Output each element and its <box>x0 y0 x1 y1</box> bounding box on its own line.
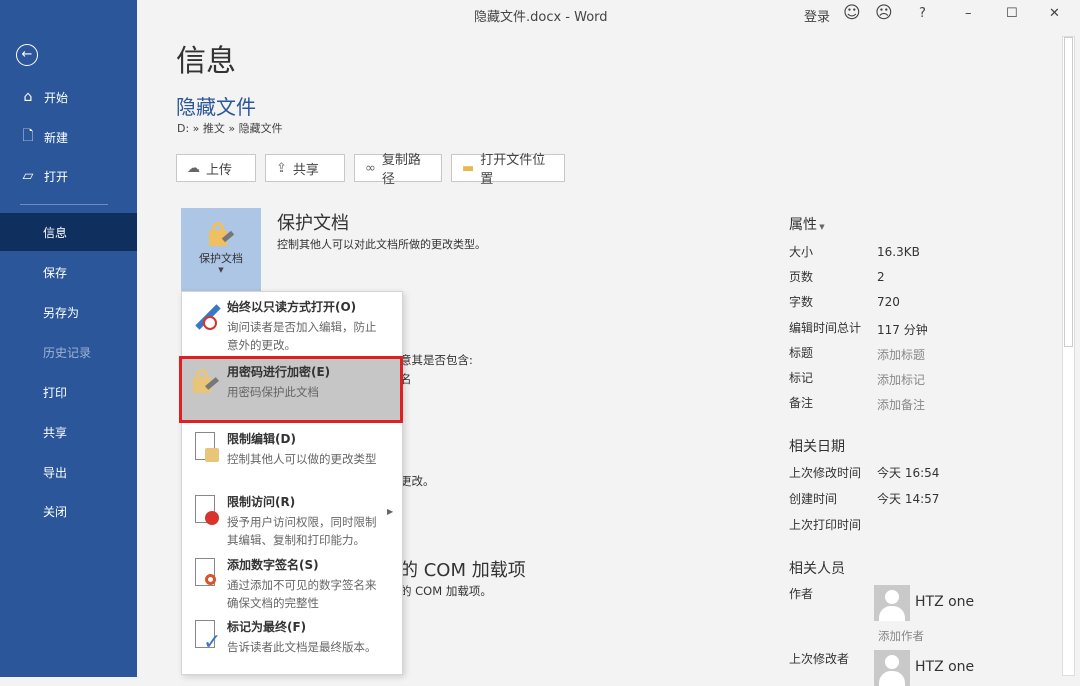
submenu-arrow-icon: ▶ <box>387 507 394 516</box>
title-input[interactable]: 添加标题 <box>877 346 925 363</box>
menu-item-always-open-read-only[interactable]: 始终以只读方式打开(O) 询问读者是否加入编辑，防止意外的更改。 <box>182 292 402 356</box>
comments-input[interactable]: 添加备注 <box>877 396 925 413</box>
menu-item-mark-as-final[interactable]: ✓ 标记为最终(F) 告诉读者此文档是最终版本。 <box>182 612 402 662</box>
author-name[interactable]: HTZ one <box>915 594 974 610</box>
author-label: 作者 <box>789 587 814 601</box>
date-value: 今天 16:54 <box>877 466 940 480</box>
share-button[interactable]: ⇪ 共享 <box>265 154 345 182</box>
date-label: 创建时间 <box>789 492 838 506</box>
author-avatar <box>874 585 910 621</box>
modifier-name[interactable]: HTZ one <box>915 659 974 675</box>
add-author-input[interactable]: 添加作者 <box>878 628 924 644</box>
dropdown-arrow-icon: ▼ <box>817 223 825 231</box>
property-label: 字数 <box>789 295 814 309</box>
date-label: 上次修改时间 <box>789 466 862 480</box>
sidebar-item-info[interactable]: 信息 <box>0 213 137 251</box>
inspect-text-fragment: 意其是否包含: <box>400 353 473 367</box>
sidebar-item-history[interactable]: 历史记录 <box>0 333 137 371</box>
com-addins-desc-fragment: 的 COM 加载项。 <box>400 584 492 598</box>
scrollbar-thumb[interactable] <box>1064 37 1073 347</box>
folder-icon: ▬ <box>462 160 475 176</box>
sidebar-item-share[interactable]: 共享 <box>0 413 137 451</box>
copy-path-button[interactable]: ∞ 复制路径 <box>354 153 442 187</box>
property-label: 标记 <box>789 371 814 385</box>
related-dates-header: 相关日期 <box>789 439 845 455</box>
property-value: 16.3KB <box>877 245 920 259</box>
upload-button[interactable]: ☁ 上传 <box>176 154 256 182</box>
cloud-upload-icon: ☁ <box>187 160 200 176</box>
protect-document-button[interactable]: 保护文档 ▼ <box>181 208 261 292</box>
sidebar-item-open[interactable]: ▱ 打开 <box>0 157 137 195</box>
last-modified-by-label: 上次修改者 <box>789 652 850 666</box>
frown-feedback-icon[interactable]: ☹ <box>875 3 893 23</box>
title-bar: 隐藏文件.docx - Word 登录 ☺ ☹ ? – ☐ ✕ <box>137 0 1080 32</box>
back-button[interactable]: ← <box>16 44 38 66</box>
versions-text-fragment: 更改。 <box>400 474 435 488</box>
sidebar-item-close[interactable]: 关闭 <box>0 492 137 530</box>
document-ribbon-icon <box>191 558 221 594</box>
sign-in-link[interactable]: 登录 <box>804 6 830 25</box>
document-lock-icon <box>191 432 221 468</box>
document-block-icon <box>191 495 221 531</box>
property-label: 备注 <box>789 396 814 410</box>
sidebar-item-home[interactable]: ⌂ 开始 <box>0 78 137 116</box>
date-label: 上次打印时间 <box>789 518 862 532</box>
help-button[interactable]: ? <box>919 6 926 21</box>
protect-title: 保护文档 <box>277 213 349 234</box>
sidebar-item-new[interactable]: 🗋 新建 <box>0 118 137 156</box>
properties-header[interactable]: 属性 ▼ <box>789 214 825 234</box>
dropdown-arrow-icon: ▼ <box>218 266 224 274</box>
smile-feedback-icon[interactable]: ☺ <box>843 3 861 23</box>
share-icon: ⇪ <box>276 160 287 176</box>
property-label: 页数 <box>789 270 814 284</box>
modifier-avatar <box>874 650 910 686</box>
document-check-icon: ✓ <box>191 620 221 656</box>
protect-description: 控制其他人可以对此文档所做的更改类型。 <box>277 238 486 251</box>
property-value: 117 分钟 <box>877 323 928 337</box>
tags-input[interactable]: 添加标记 <box>877 371 925 388</box>
property-value: 720 <box>877 295 900 309</box>
protect-document-menu: 始终以只读方式打开(O) 询问读者是否加入编辑，防止意外的更改。 用密码进行加密(… <box>179 291 403 675</box>
sidebar-item-print[interactable]: 打印 <box>0 373 137 411</box>
scrollbar[interactable] <box>1062 36 1075 676</box>
sidebar-divider <box>20 204 108 205</box>
menu-item-restrict-access[interactable]: 限制访问(R) 授予用户访问权限，同时限制其编辑、复制和打印能力。 ▶ <box>182 487 402 549</box>
backstage-sidebar: ← ⌂ 开始 🗋 新建 ▱ 打开 信息 保存 另存为 历史记录 打印 共享 导出 关闭 <box>0 0 137 677</box>
property-label: 标题 <box>789 346 814 360</box>
maximize-button[interactable]: ☐ <box>1006 6 1018 21</box>
property-label: 大小 <box>789 245 814 259</box>
menu-item-restrict-editing[interactable]: 限制编辑(D) 控制其他人可以做的更改类型 <box>182 424 402 482</box>
sidebar-item-save[interactable]: 保存 <box>0 253 137 291</box>
related-people-header: 相关人员 <box>789 561 845 577</box>
home-icon: ⌂ <box>23 89 33 105</box>
document-name: 隐藏文件 <box>176 95 256 119</box>
breadcrumb: D: » 推文 » 隐藏文件 <box>177 122 283 135</box>
highlight-box <box>179 356 403 423</box>
lock-key-icon <box>206 222 236 248</box>
menu-item-add-digital-signature[interactable]: 添加数字签名(S) 通过添加不可见的数字签名来确保文档的完整性 <box>182 550 402 610</box>
sidebar-item-save-as[interactable]: 另存为 <box>0 293 137 331</box>
window-title: 隐藏文件.docx - Word <box>474 10 608 25</box>
link-icon: ∞ <box>365 160 376 176</box>
com-addins-title-fragment: 的 COM 加载项 <box>400 560 526 581</box>
pencil-no-icon <box>191 300 221 336</box>
date-value: 今天 14:57 <box>877 492 940 506</box>
minimize-button[interactable]: – <box>965 6 972 21</box>
property-value: 2 <box>877 270 885 284</box>
page-title: 信息 <box>176 44 236 79</box>
folder-open-icon: ▱ <box>22 168 34 184</box>
property-label: 编辑时间总计 <box>789 321 862 335</box>
new-document-icon: 🗋 <box>22 128 34 144</box>
sidebar-item-export[interactable]: 导出 <box>0 453 137 491</box>
open-file-location-button[interactable]: ▬ 打开文件位置 <box>451 153 565 187</box>
close-button[interactable]: ✕ <box>1049 6 1060 21</box>
